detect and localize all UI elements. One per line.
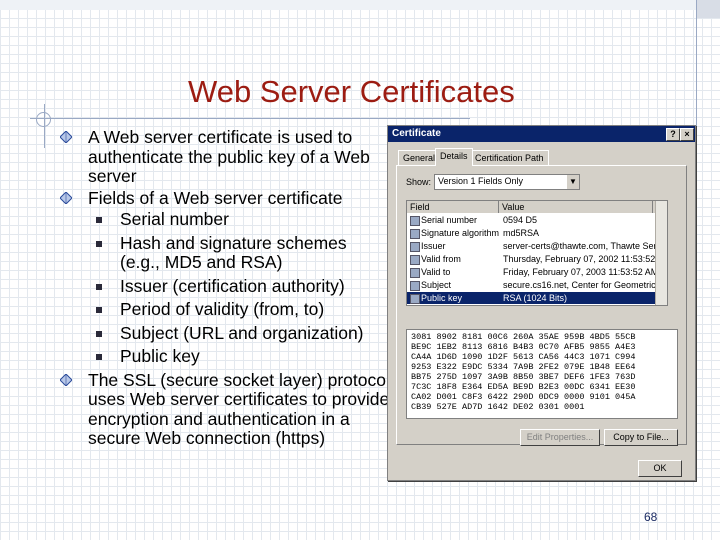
- list-scrollbar[interactable]: [655, 201, 667, 305]
- decorative-circle: [36, 112, 51, 127]
- list-header: Field Value: [407, 201, 667, 213]
- hex-line: 3081 8902 8181 00C6 260A 35AE 959B 4BD5 …: [411, 332, 636, 342]
- dialog-title: Certificate: [392, 128, 441, 139]
- field-name: Valid to: [421, 267, 451, 277]
- bullet-item: Fields of a Web server certificate: [60, 187, 390, 209]
- show-select-value: Version 1 Fields Only: [438, 176, 524, 186]
- square-bullet-icon: [96, 307, 102, 313]
- sub-bullet-text: Hash and signature schemes (e.g., MD5 an…: [120, 232, 347, 272]
- field-value: RSA (1024 Bits): [503, 293, 568, 303]
- list-item[interactable]: Valid from Thursday, February 07, 2002 11…: [407, 253, 667, 265]
- sub-bullet-item: Subject (URL and organization): [60, 322, 390, 344]
- close-button[interactable]: ×: [680, 128, 694, 141]
- decorative-line-vertical: [696, 0, 697, 180]
- copy-to-file-button[interactable]: Copy to File...: [604, 429, 678, 446]
- field-name: Serial number: [421, 215, 478, 225]
- show-select[interactable]: Version 1 Fields Only ▼: [434, 174, 580, 190]
- field-icon: [410, 242, 420, 252]
- field-icon: [410, 255, 420, 265]
- tab-general[interactable]: General: [398, 150, 441, 165]
- field-icon: [410, 216, 420, 226]
- square-bullet-icon: [96, 217, 102, 223]
- square-bullet-icon: [96, 330, 102, 337]
- field-name: Valid from: [421, 254, 461, 264]
- decorative-line-horizontal: [30, 118, 470, 119]
- field-value: Thursday, February 07, 2002 11:53:52 AM: [503, 254, 663, 264]
- help-button[interactable]: ?: [666, 128, 680, 141]
- field-icon: [410, 268, 420, 278]
- bullet-text: Fields of a Web server certificate: [88, 187, 343, 208]
- bullet-item: The SSL (secure socket layer) protocol u…: [60, 369, 390, 449]
- list-item[interactable]: Serial number 0594 D5: [407, 214, 667, 226]
- bullet-text: A Web server certificate is used to auth…: [88, 127, 370, 186]
- edit-properties-button[interactable]: Edit Properties...: [520, 429, 600, 446]
- corner-decoration: [696, 0, 720, 18]
- page-number: 68: [644, 510, 658, 524]
- field-icon: [410, 294, 420, 304]
- list-item[interactable]: Valid to Friday, February 07, 2003 11:53:…: [407, 266, 667, 278]
- diamond-bullet-icon: [60, 131, 72, 143]
- dialog-title-bar: Certificate ? ×: [388, 126, 695, 142]
- bullet-text: The SSL (secure socket layer) protocol u…: [88, 369, 390, 448]
- sub-bullet-item: Hash and signature schemes (e.g., MD5 an…: [60, 232, 390, 273]
- list-item[interactable]: Signature algorithm md5RSA: [407, 227, 667, 239]
- diamond-bullet-icon: [60, 191, 72, 204]
- certificate-dialog: Certificate ? × General Details Certific…: [387, 125, 696, 481]
- field-name: Public key: [421, 293, 463, 303]
- sub-bullet-text: Public key: [120, 346, 200, 366]
- bullet-list: A Web server certificate is used to auth…: [60, 127, 390, 451]
- square-bullet-icon: [96, 240, 102, 247]
- hex-line: 9253 E322 E9DC 5334 7A9B 2FE2 079E 1B48 …: [411, 362, 636, 372]
- column-header-value[interactable]: Value: [499, 201, 653, 213]
- chevron-down-icon[interactable]: ▼: [567, 175, 579, 189]
- diamond-bullet-icon: [60, 373, 72, 386]
- hex-line: BE9C 1EB2 8113 6816 B4B3 0C70 AFB5 9855 …: [411, 342, 636, 352]
- field-icon: [410, 229, 420, 239]
- field-value: 0594 D5: [503, 215, 538, 225]
- field-icon: [410, 281, 420, 291]
- list-item-selected[interactable]: Public key RSA (1024 Bits): [407, 292, 667, 304]
- field-name: Signature algorithm: [421, 228, 500, 238]
- show-label: Show:: [406, 177, 432, 187]
- field-name: Subject: [421, 280, 452, 290]
- sub-bullet-item: Period of validity (from, to): [60, 299, 390, 320]
- field-value: server-certs@thawte.com, Thawte Server .…: [503, 241, 663, 251]
- value-hex-box[interactable]: 3081 8902 8181 00C6 260A 35AE 959B 4BD5 …: [406, 329, 678, 419]
- sub-bullet-text: Subject (URL and organization): [120, 322, 364, 343]
- hex-line: CB39 527E AD7D 1642 DE02 0301 0001: [411, 402, 585, 412]
- hex-line: CA02 D001 C8F3 6422 290D 0DC9 0000 9101 …: [411, 392, 636, 402]
- hex-line: 7C3C 18F8 E364 ED5A BE9D B2E3 00DC 6341 …: [411, 382, 636, 392]
- list-item[interactable]: Subject secure.cs16.net, Center for Geome…: [407, 279, 667, 291]
- tab-details[interactable]: Details: [435, 148, 473, 166]
- list-item[interactable]: Issuer server-certs@thawte.com, Thawte Se…: [407, 240, 667, 252]
- sub-bullet-item: Issuer (certification authority): [60, 275, 390, 297]
- sub-bullet-text: Issuer (certification authority): [120, 275, 345, 296]
- hex-line: BB75 275D 1097 3A9B 8B50 3BE7 DEF6 1FE3 …: [411, 372, 636, 382]
- sub-bullet-item: Serial number: [60, 209, 390, 230]
- field-value: secure.cs16.net, Center for Geometric Co…: [503, 280, 663, 290]
- sub-bullet-text: Period of validity (from, to): [120, 299, 325, 319]
- hex-line: CA4A 1D6D 1090 1D2F 5613 CA56 44C3 1071 …: [411, 352, 636, 362]
- field-name: Issuer: [421, 241, 446, 251]
- column-header-field[interactable]: Field: [407, 201, 499, 213]
- tab-certification-path[interactable]: Certification Path: [470, 150, 549, 165]
- slide-title: Web Server Certificates: [188, 74, 515, 109]
- square-bullet-icon: [96, 283, 102, 290]
- field-value: Friday, February 07, 2003 11:53:52 AM: [503, 267, 659, 277]
- field-list: Field Value Serial number 0594 D5 Signatu…: [406, 200, 668, 306]
- ok-button[interactable]: OK: [638, 460, 682, 477]
- sub-bullet-item: Public key: [60, 346, 390, 367]
- sub-bullet-text: Serial number: [120, 209, 229, 229]
- top-band: [0, 0, 720, 10]
- square-bullet-icon: [96, 354, 102, 360]
- field-value: md5RSA: [503, 228, 540, 238]
- bullet-item: A Web server certificate is used to auth…: [60, 127, 390, 187]
